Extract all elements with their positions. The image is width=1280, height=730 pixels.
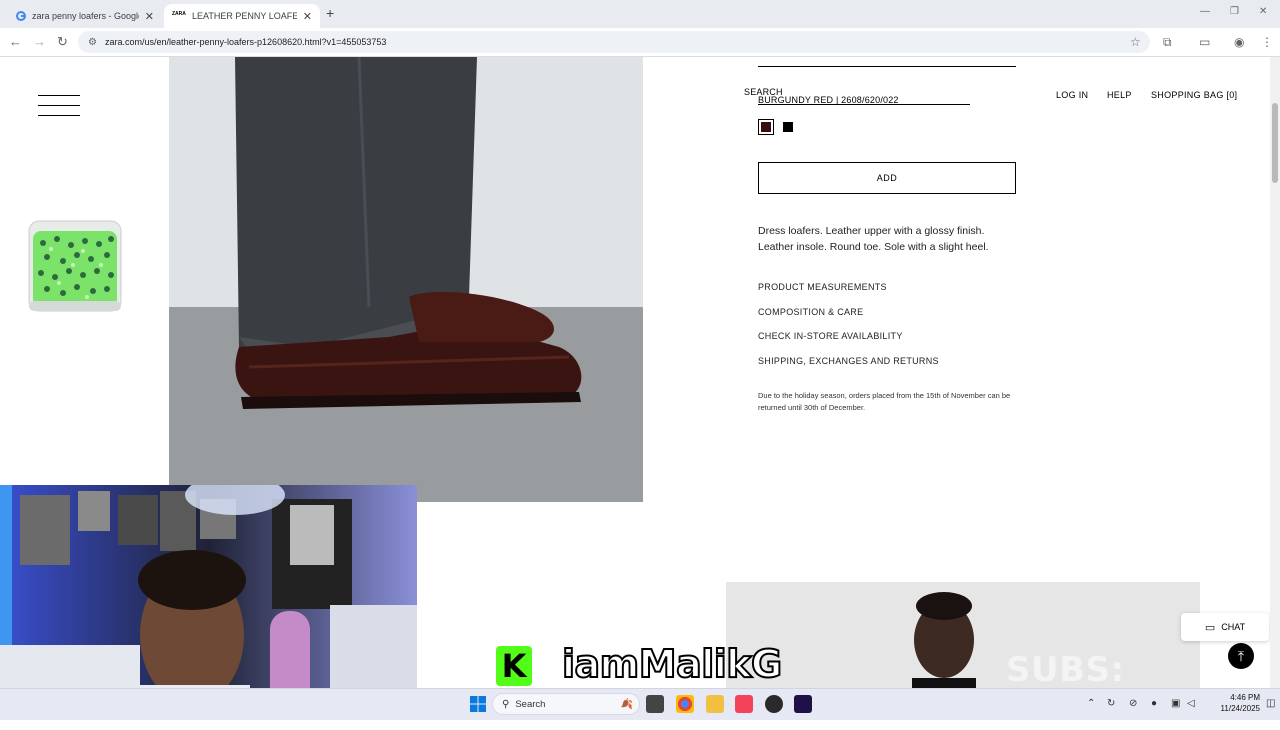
swatch-color <box>783 122 793 132</box>
shipping-returns-link[interactable]: SHIPPING, EXCHANGES AND RETURNS <box>758 356 939 366</box>
minimize-icon[interactable]: — <box>1200 6 1210 17</box>
search-link[interactable]: SEARCH <box>744 87 783 97</box>
product-description: Dress loafers. Leather upper with a glos… <box>758 225 989 253</box>
bookmark-star-icon[interactable]: ☆ <box>1130 35 1141 49</box>
obs-app-icon[interactable] <box>765 695 783 713</box>
tab-title: zara penny loafers - Google Se <box>32 11 139 21</box>
composition-care-link[interactable]: COMPOSITION & CARE <box>758 307 863 317</box>
hamburger-menu-icon[interactable] <box>38 95 80 96</box>
taskbar-clock-date[interactable]: 11/24/2025 <box>1200 704 1260 713</box>
zara-icon: ZARA <box>172 11 186 17</box>
task-view-icon[interactable] <box>646 695 664 713</box>
divider-line <box>758 66 1016 67</box>
forward-icon[interactable]: → <box>33 34 46 49</box>
profile-icon[interactable]: ◉ <box>1234 35 1244 49</box>
search-underline <box>758 104 970 105</box>
search-highlight-icon: 🍂 <box>620 698 633 710</box>
log-in-link[interactable]: LOG IN <box>1056 90 1088 100</box>
tab-zara-product[interactable]: ZARA LEATHER PENNY LOAFERS - Bu ✕ <box>164 4 320 28</box>
address-bar[interactable]: ⚙ zara.com/us/en/leather-penny-loafers-p… <box>78 31 1150 53</box>
google-icon <box>16 11 26 21</box>
reload-icon[interactable]: ↻ <box>57 34 68 50</box>
new-tab-button[interactable]: + <box>326 5 334 21</box>
holiday-returns-note: Due to the holiday season, orders placed… <box>758 391 1011 412</box>
search-icon: ⚲ <box>502 698 510 710</box>
extensions-icon[interactable]: ⧉ <box>1163 35 1172 50</box>
tray-overflow-icon[interactable]: ⌃ <box>1087 698 1095 709</box>
chat-bubble-icon: ▭ <box>1204 621 1216 634</box>
tab-title: LEATHER PENNY LOAFERS - Bu <box>192 11 297 21</box>
shopping-bag-link[interactable]: SHOPPING BAG [0] <box>1151 90 1237 100</box>
premiere-app-icon[interactable] <box>794 695 812 713</box>
microphone-icon[interactable]: ● <box>1151 698 1157 709</box>
scrollbar-thumb[interactable] <box>1272 103 1278 183</box>
hamburger-line <box>38 105 80 106</box>
close-tab-icon[interactable]: ✕ <box>145 10 154 23</box>
restore-icon[interactable]: ❐ <box>1230 6 1239 17</box>
windows-start-icon[interactable] <box>470 696 486 712</box>
streamer-webcam <box>0 485 417 720</box>
notification-icon[interactable]: ◫ <box>1266 698 1275 709</box>
taskbar-clock-time[interactable]: 4:46 PM <box>1212 693 1260 702</box>
chrome-app-icon[interactable] <box>676 695 694 713</box>
menu-kebab-icon[interactable]: ⋮ <box>1261 35 1273 49</box>
swatch-burgundy[interactable] <box>758 119 774 135</box>
cast-icon[interactable]: ▭ <box>1199 35 1210 49</box>
chat-label: CHAT <box>1221 622 1246 632</box>
help-link[interactable]: HELP <box>1107 90 1132 100</box>
kick-logo-icon: K <box>496 646 532 686</box>
tab-google-search[interactable]: zara penny loafers - Google Se ✕ <box>8 4 162 28</box>
candle-thumbnail[interactable] <box>27 217 123 313</box>
camera-off-icon[interactable]: ⊘ <box>1129 698 1137 709</box>
site-info-icon[interactable]: ⚙ <box>88 37 97 48</box>
taskbar-search-box[interactable]: ⚲ Search 🍂 <box>492 693 640 715</box>
file-explorer-icon[interactable] <box>706 695 724 713</box>
streamer-name: iamMalikG <box>561 641 783 687</box>
chat-button[interactable]: ▭ CHAT <box>1181 613 1269 641</box>
sync-icon[interactable]: ↻ <box>1107 698 1115 709</box>
product-image-loafers[interactable] <box>169 57 643 502</box>
volume-icon[interactable]: ◁ <box>1187 698 1195 709</box>
add-to-bag-button[interactable]: ADD <box>758 162 1016 194</box>
url-text: zara.com/us/en/leather-penny-loafers-p12… <box>104 37 387 47</box>
product-measurements-link[interactable]: PRODUCT MEASUREMENTS <box>758 282 887 292</box>
taskbar-search-placeholder: Search <box>515 698 546 710</box>
music-app-icon[interactable] <box>735 695 753 713</box>
swatch-black[interactable] <box>780 119 796 135</box>
close-tab-icon[interactable]: ✕ <box>303 10 312 23</box>
back-icon[interactable]: ← <box>9 34 22 49</box>
network-icon[interactable]: ▣ <box>1171 698 1180 709</box>
store-availability-link[interactable]: CHECK IN-STORE AVAILABILITY <box>758 331 903 341</box>
swatch-color <box>761 122 771 132</box>
hamburger-line <box>38 115 80 116</box>
close-window-icon[interactable]: ✕ <box>1259 6 1267 17</box>
